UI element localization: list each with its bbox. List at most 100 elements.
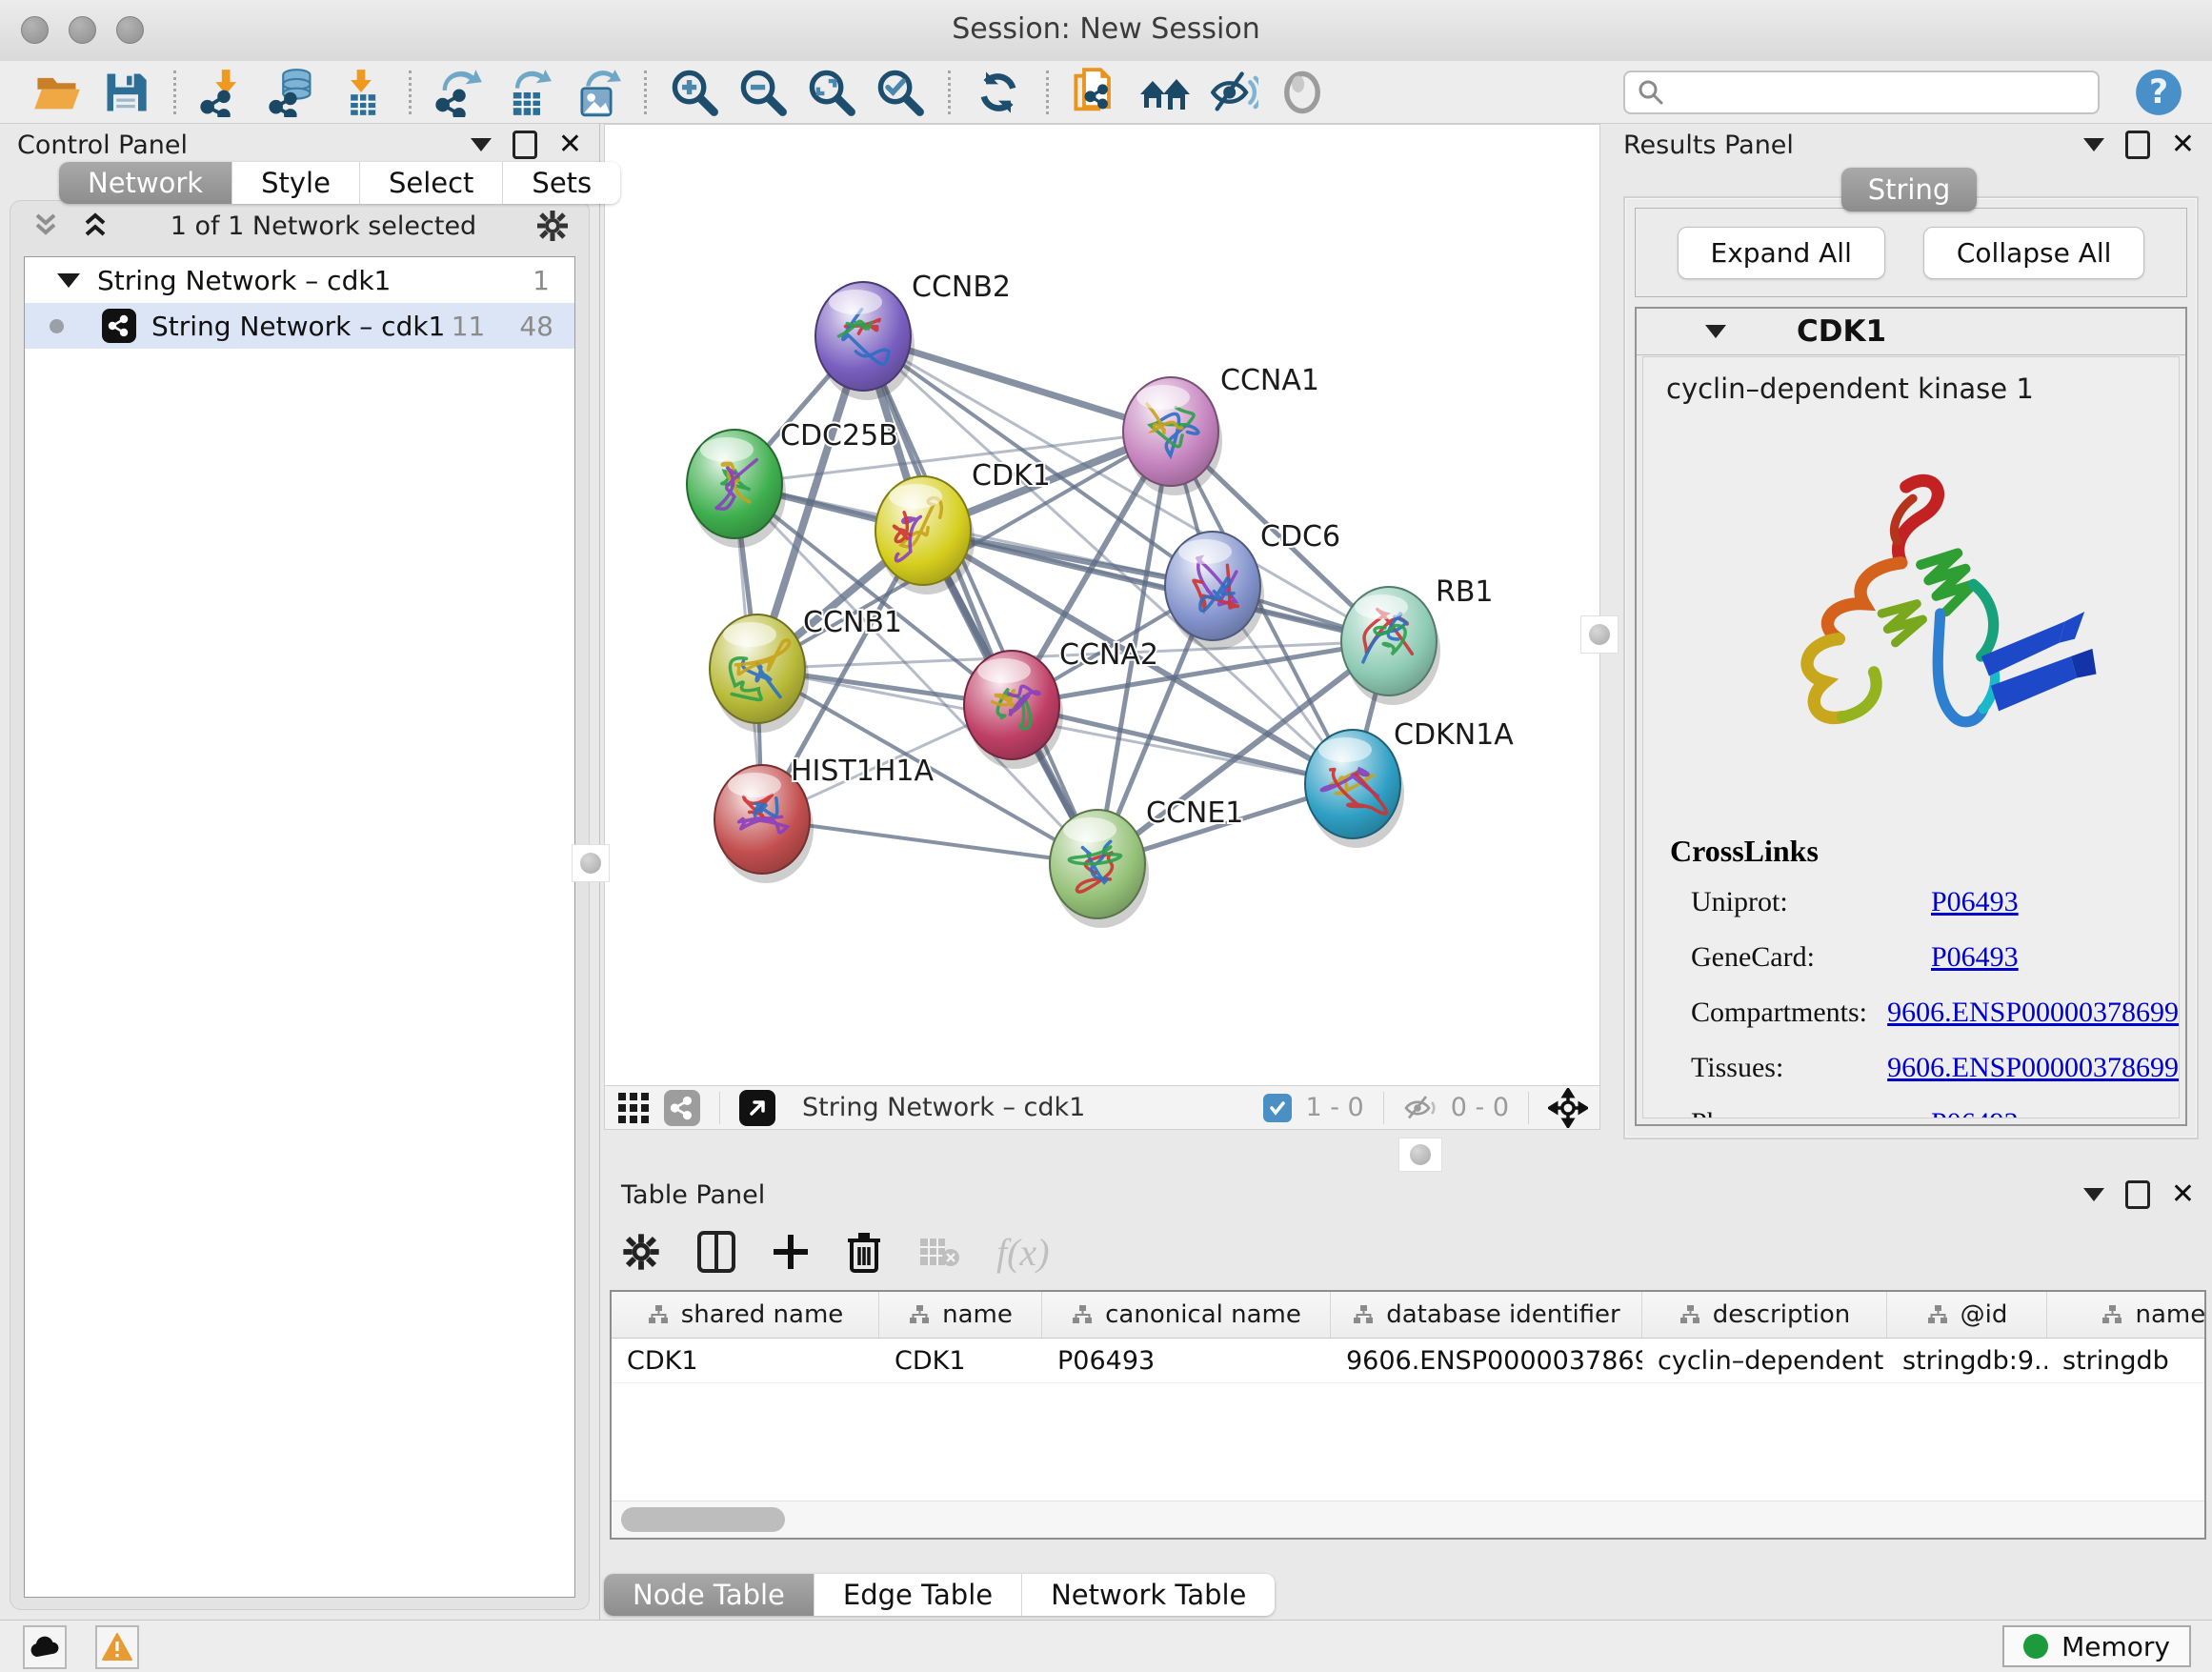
tab-network-table[interactable]: Network Table [1022, 1574, 1275, 1616]
export-image-icon[interactable] [570, 66, 623, 119]
column-header-canonical-name[interactable]: canonical name [1042, 1292, 1331, 1338]
network-node-CCNB2[interactable] [815, 282, 915, 400]
panel-menu-icon[interactable] [2083, 138, 2104, 151]
right-splitter-handle[interactable] [1580, 615, 1619, 654]
network-node-CDC25B[interactable] [687, 430, 786, 548]
column-header-name[interactable]: name [879, 1292, 1042, 1338]
tab-node-table[interactable]: Node Table [604, 1574, 814, 1616]
table-settings-gear-icon[interactable] [621, 1232, 661, 1272]
section-collapse-icon[interactable] [1705, 325, 1726, 338]
open-session-icon[interactable] [30, 66, 84, 119]
tab-network[interactable]: Network [59, 162, 232, 204]
zoom-selected-icon[interactable] [874, 66, 927, 119]
collapse-all-icon[interactable] [30, 212, 62, 240]
refresh-icon[interactable] [972, 66, 1025, 119]
network-node-CCNA1[interactable] [1123, 377, 1222, 495]
table-row[interactable]: CDK1CDK1P064939606.ENSP00000378699cyclin… [612, 1339, 2204, 1383]
network-node-CCNA2[interactable] [964, 651, 1063, 769]
table-horizontal-scrollbar[interactable] [612, 1501, 2204, 1538]
network-node-RB1[interactable] [1341, 587, 1440, 705]
crosslink-link[interactable]: 9606.ENSP00000378699 [1887, 997, 2179, 1029]
export-network-icon[interactable] [432, 66, 486, 119]
expand-all-icon[interactable] [79, 212, 111, 240]
crosslink-link[interactable]: P06493 [1931, 886, 2019, 918]
network-row[interactable]: String Network – cdk1 11 48 [25, 303, 574, 349]
network-collection-row[interactable]: String Network – cdk1 1 [25, 257, 574, 303]
column-type-icon [1352, 1303, 1375, 1326]
crosslinks-block: CrossLinks Uniprot:P06493GeneCard:P06493… [1670, 834, 2179, 1118]
protein-section-header[interactable]: CDK1 [1637, 309, 2185, 355]
search-input[interactable] [1675, 77, 2086, 108]
toolbar-separator [644, 71, 647, 114]
crosslink-link[interactable]: 9606.ENSP00000378699 [1887, 1052, 2179, 1084]
cloud-button[interactable] [23, 1625, 67, 1669]
panel-menu-icon[interactable] [2083, 1188, 2104, 1201]
crosslink-label: Uniprot: [1691, 886, 1931, 918]
panel-float-icon[interactable] [2125, 131, 2150, 159]
export-table-icon[interactable] [501, 66, 554, 119]
tab-select[interactable]: Select [360, 162, 503, 204]
tab-sets[interactable]: Sets [503, 162, 620, 204]
network-node-CDKN1A[interactable] [1305, 730, 1404, 848]
tab-edge-table[interactable]: Edge Table [814, 1574, 1022, 1616]
detach-view-icon[interactable] [739, 1090, 775, 1126]
network-node-CCNB1[interactable] [710, 614, 809, 733]
network-view[interactable]: CCNB2CCNA1CDC25BCDK1CDC6RB1CCNB1CCNA2CDK… [605, 125, 1599, 1085]
import-table-icon[interactable] [334, 66, 388, 119]
column-header-description[interactable]: description [1642, 1292, 1887, 1338]
zoom-in-icon[interactable] [668, 66, 721, 119]
panel-float-icon[interactable] [513, 131, 537, 159]
table-cell: stringdb [2047, 1339, 2206, 1382]
toolbar-separator [948, 71, 951, 114]
help-icon[interactable]: ? [2132, 66, 2185, 119]
selected-checkbox-icon[interactable] [1263, 1094, 1292, 1122]
scrollbar-thumb[interactable] [621, 1507, 785, 1532]
network-node-CCNE1[interactable] [1050, 810, 1149, 928]
left-splitter-handle[interactable] [572, 844, 610, 882]
network-canvas[interactable]: CCNB2CCNA1CDC25BCDK1CDC6RB1CCNB1CCNA2CDK… [604, 124, 1600, 1130]
tab-string[interactable]: String [1841, 168, 1978, 212]
home-icon[interactable] [1138, 66, 1192, 119]
panel-close-icon[interactable]: ✕ [558, 131, 582, 159]
save-session-icon[interactable] [99, 66, 152, 119]
crosslink-link[interactable]: P06493 [1931, 941, 2019, 974]
column-header-shared-name[interactable]: shared name [612, 1292, 879, 1338]
panel-float-icon[interactable] [2125, 1180, 2150, 1209]
column-header-namespace[interactable]: namespace [2047, 1292, 2206, 1338]
birdseye-navigator-icon[interactable] [1548, 1088, 1588, 1128]
memory-button[interactable]: Memory [2002, 1625, 2191, 1667]
zoom-fit-icon[interactable] [805, 66, 858, 119]
panel-menu-icon[interactable] [471, 138, 492, 151]
grid-view-icon[interactable] [616, 1091, 651, 1125]
hide-glass-icon[interactable] [1207, 66, 1260, 119]
tab-style[interactable]: Style [232, 162, 360, 204]
crosslinks-title: CrossLinks [1670, 834, 2179, 869]
warning-button[interactable] [95, 1625, 139, 1669]
delete-column-icon[interactable] [846, 1231, 882, 1273]
add-column-icon[interactable] [772, 1233, 810, 1271]
column-header-database-identifier[interactable]: database identifier [1331, 1292, 1642, 1338]
node-label-CDC25B: CDC25B [780, 419, 898, 453]
gear-icon[interactable] [535, 209, 570, 243]
hidden-eye-icon[interactable] [1403, 1094, 1438, 1122]
show-columns-icon[interactable] [697, 1231, 735, 1273]
import-database-icon[interactable] [266, 66, 319, 119]
column-header--id[interactable]: @id [1887, 1292, 2047, 1338]
share-file-icon[interactable] [1070, 66, 1123, 119]
expand-all-button[interactable]: Expand All [1678, 227, 1885, 279]
search-field[interactable] [1623, 71, 2100, 114]
tree-expand-icon[interactable] [57, 273, 80, 288]
panel-close-icon[interactable]: ✕ [2171, 1180, 2195, 1209]
horizontal-splitter-handle[interactable] [1398, 1138, 1442, 1172]
network-node-CDC6[interactable] [1165, 532, 1264, 650]
crosslink-link[interactable]: P06493 [1931, 1107, 2019, 1118]
string-badge-icon[interactable] [664, 1090, 700, 1126]
network-node-CDK1[interactable] [875, 476, 975, 594]
collapse-all-button[interactable]: Collapse All [1923, 227, 2145, 279]
table-tabs: Node Table Edge Table Network Table [604, 1574, 1275, 1616]
import-network-icon[interactable] [197, 66, 251, 119]
warning-icon [102, 1633, 132, 1662]
zoom-out-icon[interactable] [736, 66, 790, 119]
panel-close-icon[interactable]: ✕ [2171, 131, 2195, 159]
show-glass-icon[interactable] [1276, 66, 1329, 119]
